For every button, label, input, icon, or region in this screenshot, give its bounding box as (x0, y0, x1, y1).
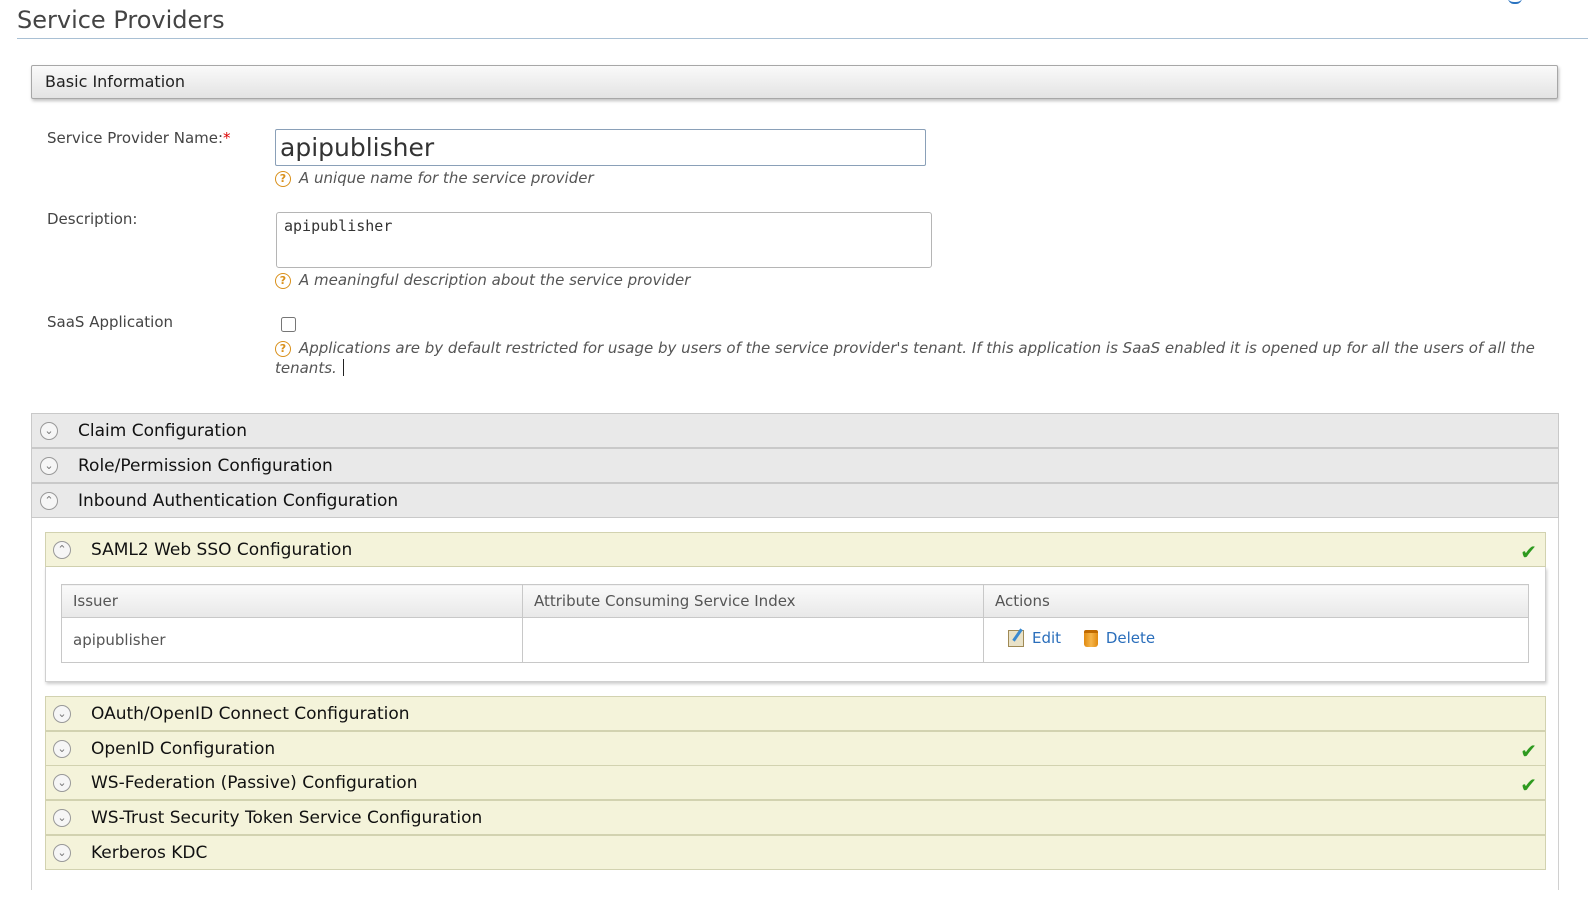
partial-icon[interactable] (1508, 0, 1522, 4)
issuer-cell: apipublisher (61, 617, 523, 663)
help-icon: ? (275, 171, 291, 187)
help-icon: ? (275, 273, 291, 289)
role-permission-configuration-title: Role/Permission Configuration (78, 455, 333, 476)
chevron-down-icon[interactable]: ⌄ (53, 808, 71, 827)
description-help-text: A meaningful description about the servi… (299, 271, 691, 289)
help-icon: ? (275, 341, 291, 357)
description-textarea[interactable]: apipublisher (276, 212, 932, 268)
chevron-down-icon[interactable]: ⌄ (53, 739, 71, 758)
name-help: ? A unique name for the service provider (275, 168, 594, 188)
ws-trust-sts-configuration-title: WS-Trust Security Token Service Configur… (91, 807, 483, 828)
edit-icon (1008, 629, 1024, 647)
text-cursor (342, 359, 344, 376)
saas-help-text: Applications are by default restricted f… (275, 339, 1535, 377)
saml2-web-sso-configuration-title: SAML2 Web SSO Configuration (91, 539, 353, 560)
service-provider-name-input[interactable] (275, 129, 926, 166)
oauth-openid-connect-configuration-title: OAuth/OpenID Connect Configuration (91, 703, 410, 724)
service-provider-name-label: Service Provider Name:* (47, 129, 231, 147)
description-label: Description: (47, 210, 138, 228)
oauth-openid-connect-configuration-section[interactable]: ⌄ OAuth/OpenID Connect Configuration (45, 696, 1546, 731)
attribute-index-cell (522, 617, 984, 663)
chevron-down-icon[interactable]: ⌄ (53, 843, 71, 862)
inbound-authentication-configuration-section[interactable]: ⌃ Inbound Authentication Configuration (31, 483, 1559, 518)
chevron-up-icon[interactable]: ⌃ (53, 540, 71, 559)
issuer-column-header: Issuer (61, 584, 523, 618)
table-row: apipublisher Edit Delete (61, 617, 1529, 663)
actions-column-header: Actions (983, 584, 1529, 618)
check-icon: ✔ (1520, 540, 1537, 564)
chevron-down-icon[interactable]: ⌄ (53, 704, 71, 723)
ws-federation-configuration-section[interactable]: ⌄ WS-Federation (Passive) Configuration … (45, 765, 1546, 800)
saas-application-checkbox[interactable] (281, 317, 296, 332)
check-icon: ✔ (1520, 773, 1537, 797)
inbound-authentication-configuration-title: Inbound Authentication Configuration (78, 490, 399, 511)
chevron-down-icon[interactable]: ⌄ (40, 421, 58, 440)
page-title: Service Providers (17, 6, 225, 34)
saml2-web-sso-configuration-section[interactable]: ⌃ SAML2 Web SSO Configuration ✔ (45, 532, 1546, 567)
name-label-text: Service Provider Name: (47, 129, 224, 147)
actions-cell: Edit Delete (983, 617, 1529, 663)
trash-icon (1083, 629, 1098, 647)
openid-configuration-section[interactable]: ⌄ OpenID Configuration ✔ (45, 731, 1546, 766)
name-help-text: A unique name for the service provider (299, 169, 594, 187)
edit-link[interactable]: Edit (1008, 629, 1061, 647)
description-help: ? A meaningful description about the serv… (275, 270, 690, 290)
saml2-issuer-table: Issuer Attribute Consuming Service Index… (61, 584, 1529, 663)
chevron-down-icon[interactable]: ⌄ (40, 456, 58, 475)
kerberos-kdc-title: Kerberos KDC (91, 842, 208, 863)
claim-configuration-section[interactable]: ⌄ Claim Configuration (31, 413, 1559, 448)
kerberos-kdc-section[interactable]: ⌄ Kerberos KDC (45, 835, 1546, 870)
title-divider (17, 38, 1588, 39)
delete-label: Delete (1105, 629, 1156, 648)
check-icon: ✔ (1520, 739, 1537, 763)
openid-configuration-title: OpenID Configuration (91, 738, 276, 759)
attribute-index-column-header: Attribute Consuming Service Index (522, 584, 984, 618)
ws-federation-configuration-title: WS-Federation (Passive) Configuration (91, 772, 418, 793)
chevron-down-icon[interactable]: ⌄ (53, 773, 71, 792)
required-asterisk: * (223, 129, 231, 147)
claim-configuration-title: Claim Configuration (78, 420, 247, 441)
ws-trust-sts-configuration-section[interactable]: ⌄ WS-Trust Security Token Service Config… (45, 800, 1546, 835)
basic-information-header[interactable]: Basic Information (31, 65, 1558, 99)
role-permission-configuration-section[interactable]: ⌄ Role/Permission Configuration (31, 448, 1559, 483)
edit-label: Edit (1032, 629, 1062, 648)
table-header-row: Issuer Attribute Consuming Service Index… (61, 584, 1529, 618)
saas-application-label: SaaS Application (47, 313, 174, 331)
chevron-up-icon[interactable]: ⌃ (40, 491, 58, 510)
saas-help: ? Applications are by default restricted … (275, 338, 1545, 378)
delete-link[interactable]: Delete (1083, 629, 1156, 648)
